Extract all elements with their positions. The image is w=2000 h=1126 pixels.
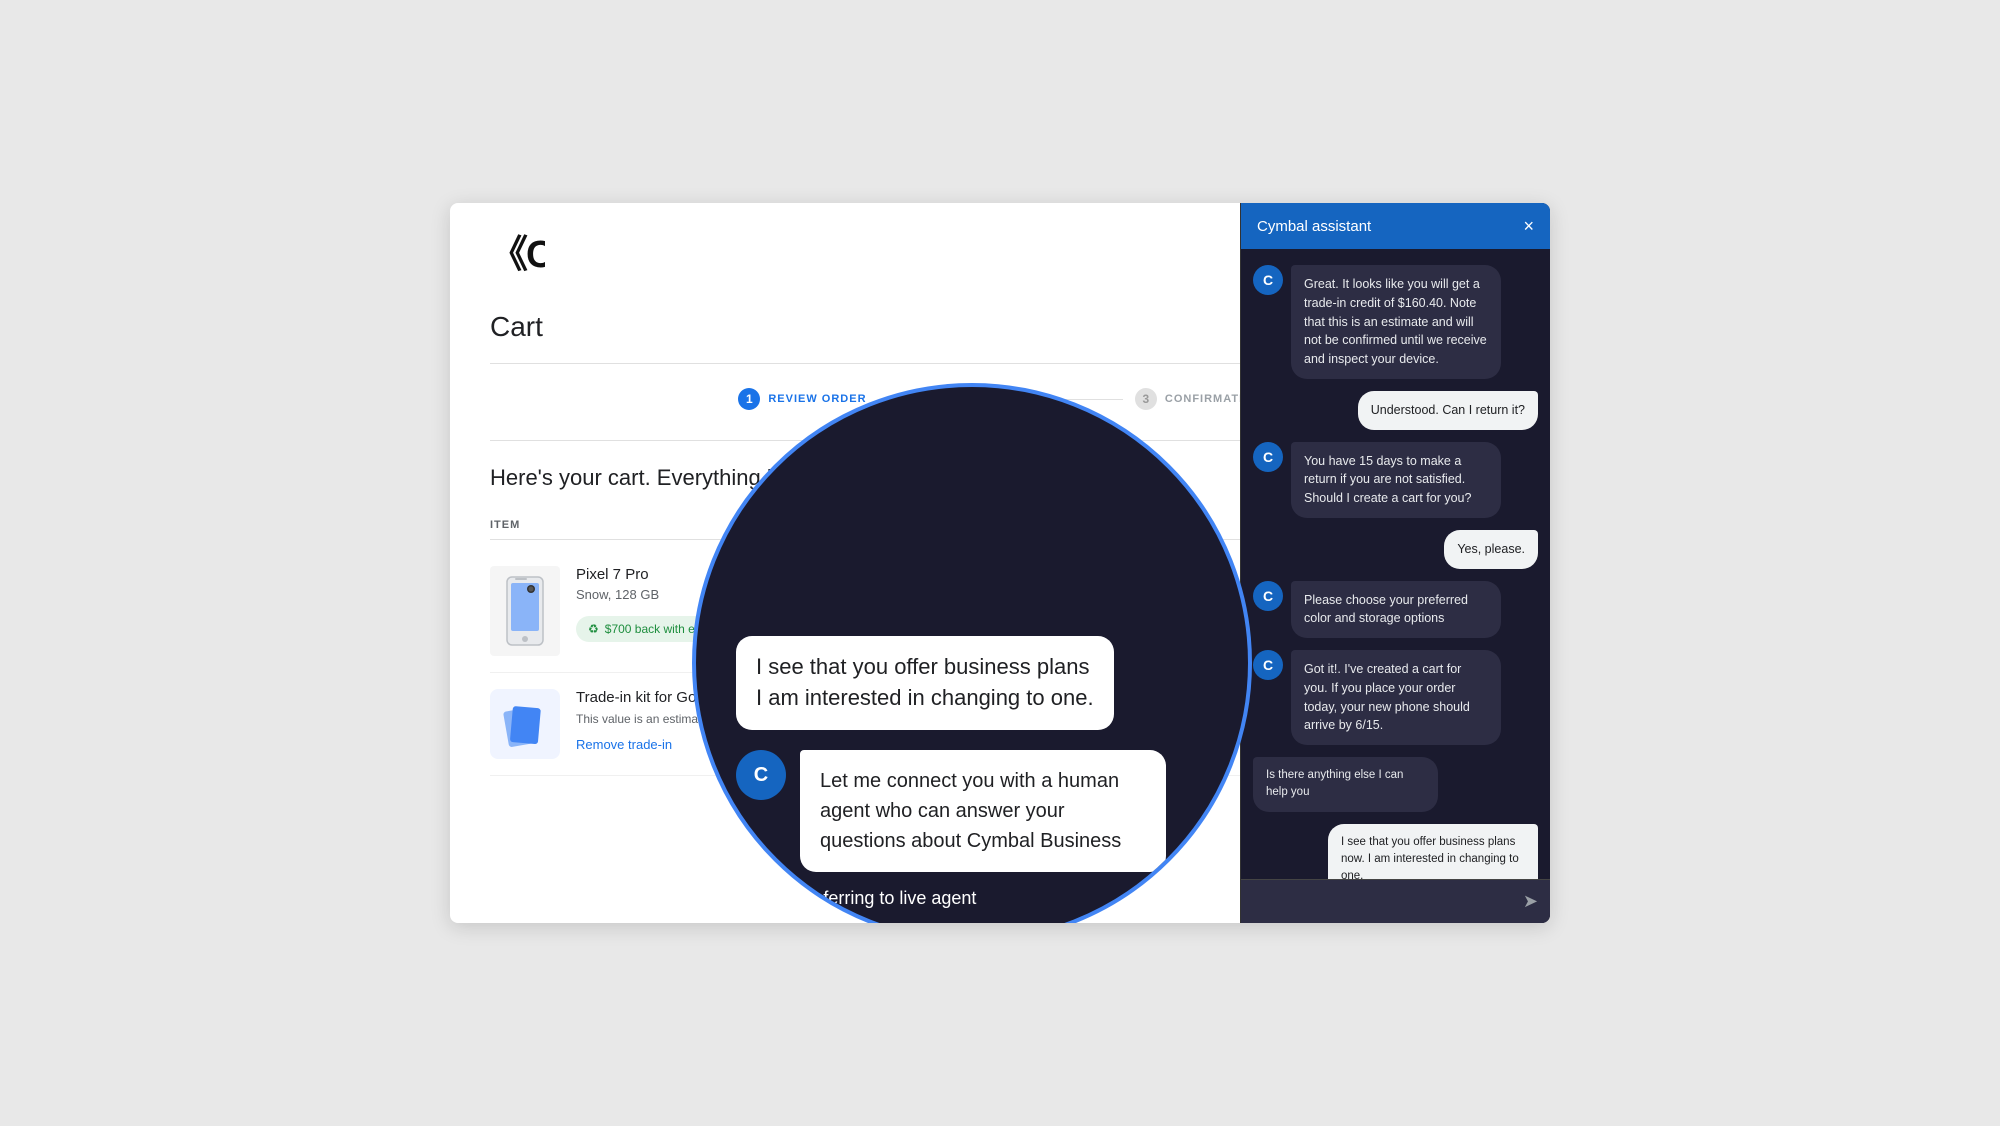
step-3-circle: 3 [1135, 388, 1157, 410]
bot-avatar-3: C [1253, 442, 1283, 472]
tradein-image [490, 689, 560, 759]
bot-avatar-6: C [1253, 650, 1283, 680]
step-1-circle: 1 [738, 388, 760, 410]
spotlight-overlay: I see that you offer business plansI am … [692, 383, 1252, 923]
chat-msg-1: C Great. It looks like you will get a tr… [1253, 265, 1538, 379]
chat-msg-8: I see that you offer business plans now.… [1253, 824, 1538, 880]
recycle-icon: ♻ [588, 622, 599, 636]
spotlight-bot-row: C Let me connect you with a human agent … [736, 750, 1166, 872]
chat-bubble-4: Yes, please. [1444, 530, 1538, 569]
step-1: 1 REVIEW ORDER [738, 388, 866, 410]
chat-msg-6: C Got it!. I've created a cart for you. … [1253, 650, 1538, 745]
chat-title: Cymbal assistant [1257, 218, 1371, 235]
chat-bubble-8: I see that you offer business plans now.… [1328, 824, 1538, 880]
send-button[interactable]: ➤ [1523, 891, 1538, 912]
chat-msg-2: Understood. Can I return it? [1253, 391, 1538, 430]
chat-panel: Cymbal assistant × C Great. It looks lik… [1240, 203, 1550, 923]
chat-msg-7: Is there anything else I can help you [1253, 757, 1538, 812]
chat-header: Cymbal assistant × [1241, 203, 1550, 249]
spotlight-user-message: I see that you offer business plansI am … [736, 636, 1114, 730]
chat-bubble-6: Got it!. I've created a cart for you. If… [1291, 650, 1501, 745]
step-connector-2 [1063, 399, 1123, 400]
pixel-image [490, 566, 560, 656]
chat-msg-4: Yes, please. [1253, 530, 1538, 569]
remove-tradein-link[interactable]: Remove trade-in [576, 737, 672, 752]
app-window: 《C Cart 1 REVIEW ORDER 2 CHECKOUT 3 CONF… [450, 203, 1550, 923]
spotlight-bot-bubble: Let me connect you with a human agent wh… [800, 750, 1166, 872]
chat-bubble-2: Understood. Can I return it? [1358, 391, 1538, 430]
chat-input-area: ➤ [1241, 879, 1550, 923]
svg-text:《C: 《C [490, 234, 545, 273]
chat-close-button[interactable]: × [1523, 217, 1534, 235]
chat-bubble-5: Please choose your preferred color and s… [1291, 581, 1501, 639]
chat-bubble-1: Great. It looks like you will get a trad… [1291, 265, 1501, 379]
spotlight-avatar: C [736, 750, 786, 800]
chat-msg-5: C Please choose your preferred color and… [1253, 581, 1538, 639]
bot-avatar-5: C [1253, 581, 1283, 611]
bot-avatar-1: C [1253, 265, 1283, 295]
chat-messages: C Great. It looks like you will get a tr… [1241, 249, 1550, 879]
chat-msg-3: C You have 15 days to make a return if y… [1253, 442, 1538, 518]
chat-bubble-7: Is there anything else I can help you [1253, 757, 1438, 812]
chat-input[interactable] [1253, 890, 1523, 913]
step-1-label: REVIEW ORDER [768, 393, 866, 405]
chat-bubble-3: You have 15 days to make a return if you… [1291, 442, 1501, 518]
